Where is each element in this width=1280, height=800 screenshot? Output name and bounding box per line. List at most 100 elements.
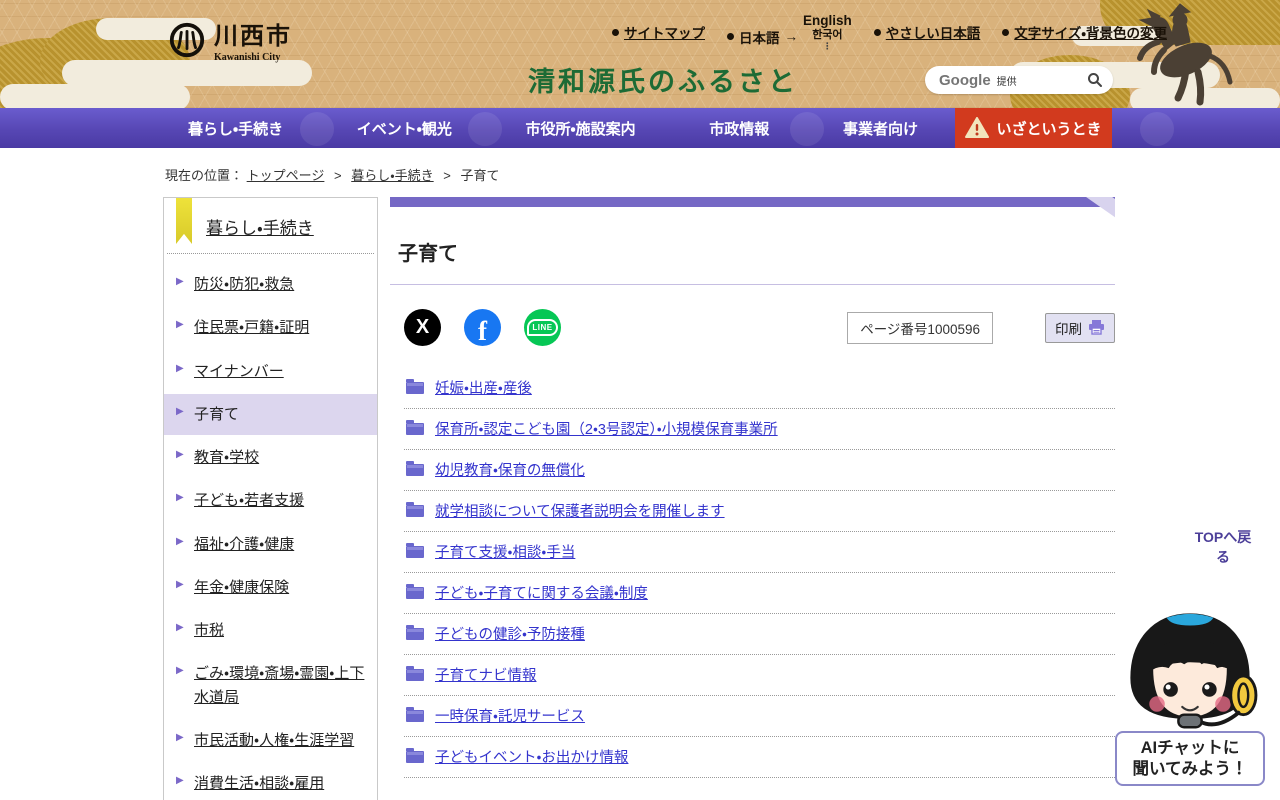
language-option-korean[interactable]: 한국어: [812, 29, 842, 42]
easy-japanese-link[interactable]: やさしい日本語: [886, 22, 981, 42]
triangle-bullet-icon: ▶: [176, 490, 184, 506]
sidebar-item-label[interactable]: 市税: [194, 622, 224, 639]
google-logo: Google: [939, 72, 991, 89]
print-label: 印刷: [1055, 318, 1082, 338]
language-option-english[interactable]: English: [803, 13, 852, 29]
sidebar-item[interactable]: ▶ 子ども・若者支援: [164, 480, 377, 521]
sidebar-item[interactable]: ▶ マイナンバー: [164, 351, 377, 392]
sidebar-item-label[interactable]: 年金・健康保険: [194, 579, 289, 596]
search-icon[interactable]: [1087, 72, 1103, 88]
cream-cloud-decoration: [62, 60, 312, 86]
sidebar-item-label[interactable]: 消費生活・相談・雇用: [194, 775, 324, 792]
category-link[interactable]: 子どもの健診・予防接種: [435, 623, 585, 644]
back-to-top-label: TOPへ戻る: [1188, 527, 1258, 567]
category-link-row: 子育て支援・相談・手当: [404, 532, 1115, 573]
sidebar-item-label[interactable]: ごみ・環境・斎場・霊園・上下水道局: [194, 665, 364, 705]
search-provider-suffix: 提供: [997, 73, 1087, 88]
sidebar-item[interactable]: ▶ 年金・健康保険: [164, 567, 377, 608]
nav-item[interactable]: イベント・観光: [357, 118, 452, 139]
category-link-row: 子育てナビ情報: [404, 655, 1115, 696]
more-languages-icon[interactable]: ⋮: [823, 41, 832, 51]
title-divider: [390, 284, 1115, 285]
sidebar-item[interactable]: ▶ ごみ・環境・斎場・霊園・上下水道局: [164, 653, 377, 718]
category-link-row: 子どもの健診・予防接種: [404, 614, 1115, 655]
utility-item-font-settings[interactable]: 文字サイズ・背景色の変更: [1002, 22, 1167, 42]
sidebar-item-label[interactable]: 子ども・若者支援: [194, 492, 304, 509]
sidebar-item[interactable]: ▶ 市民活動・人権・生涯学習: [164, 720, 377, 761]
sidebar-item[interactable]: ▶ 教育・学校: [164, 437, 377, 478]
nav-item[interactable]: 市政情報: [709, 118, 769, 139]
sidebar-item-label[interactable]: 市民活動・人権・生涯学習: [194, 732, 354, 749]
sidebar-header: 暮らし・手続き: [164, 198, 377, 253]
utility-item-sitemap[interactable]: サイトマップ: [612, 22, 705, 42]
category-link[interactable]: 保育所・認定こども園（2・3号認定）・小規模保育事業所: [435, 418, 778, 439]
sidebar-item-label[interactable]: マイナンバー: [194, 363, 284, 380]
triangle-bullet-icon: ▶: [176, 663, 184, 679]
breadcrumb-separator: >: [334, 168, 342, 183]
nav-item[interactable]: 事業者向け: [843, 118, 918, 139]
city-logo[interactable]: 川西市 Kawanishi City: [168, 16, 292, 63]
folder-icon: [406, 505, 424, 517]
category-link[interactable]: 妊娠・出産・産後: [435, 377, 532, 398]
category-link-list: 妊娠・出産・産後 保育所・認定こども園（2・3号認定）・小規模保育事業所 幼児教…: [404, 368, 1115, 778]
folder-icon: [406, 628, 424, 640]
bullet-icon: [1002, 29, 1009, 36]
sidebar-item[interactable]: ▶ 住民票・戸籍・証明: [164, 307, 377, 348]
breadcrumb-section[interactable]: 暮らし・手続き: [351, 168, 433, 183]
sidebar-item[interactable]: ▶ 福祉・介護・健康: [164, 524, 377, 565]
sidebar-item-label[interactable]: 防災・防犯・救急: [194, 276, 294, 293]
ai-chat-widget[interactable]: AIチャットに 聞いてみよう！: [1114, 608, 1266, 786]
category-link[interactable]: 就学相談について保護者説明会を開催します: [435, 500, 725, 521]
breadcrumb-home[interactable]: トップページ: [247, 168, 325, 183]
city-name: 川西市: [214, 16, 292, 51]
folder-icon: [406, 546, 424, 558]
category-link[interactable]: 子育て支援・相談・手当: [435, 541, 575, 562]
facebook-icon[interactable]: f: [464, 309, 501, 346]
nav-emblem-decoration: [1140, 112, 1174, 146]
utility-item-easy-japanese[interactable]: やさしい日本語: [874, 22, 981, 42]
category-link[interactable]: 子ども・子育てに関する会議・制度: [435, 582, 648, 603]
sidebar-item-label[interactable]: 教育・学校: [194, 449, 259, 466]
category-link[interactable]: 幼児教育・保育の無償化: [435, 459, 585, 480]
sidebar-item[interactable]: ▶ 消費生活・相談・雇用: [164, 763, 377, 800]
sidebar-item[interactable]: ▶ 子育て: [164, 394, 377, 435]
sidebar-item[interactable]: ▶ 防災・防犯・救急: [164, 264, 377, 305]
folder-icon: [406, 751, 424, 763]
sidebar-menu: ▶ 防災・防犯・救急 ▶ 住民票・戸籍・証明 ▶ マイナンバー ▶ 子育て ▶ …: [164, 254, 377, 800]
sidebar-item-label[interactable]: 住民票・戸籍・証明: [194, 319, 309, 336]
folder-icon: [406, 464, 424, 476]
back-to-top-button[interactable]: TOPへ戻る: [1188, 527, 1258, 567]
sidebar-item-label[interactable]: 子育て: [194, 406, 239, 423]
category-link[interactable]: 子育てナビ情報: [435, 664, 537, 685]
breadcrumb-current: 子育て: [461, 168, 500, 183]
language-selector[interactable]: 日本語 → English 한국어 ⋮: [727, 22, 852, 52]
sidebar-item[interactable]: ▶ 市税: [164, 610, 377, 651]
category-link[interactable]: 一時保育・託児サービス: [435, 705, 585, 726]
print-button[interactable]: 印刷: [1045, 313, 1115, 343]
nav-item[interactable]: 市役所・施設案内: [526, 118, 636, 139]
cream-cloud-decoration: [0, 84, 190, 108]
triangle-bullet-icon: ▶: [176, 361, 184, 377]
category-link-row: 保育所・認定こども園（2・3号認定）・小規模保育事業所: [404, 409, 1115, 450]
sitemap-link[interactable]: サイトマップ: [624, 22, 705, 42]
nav-items: 暮らし・手続き イベント・観光 市役所・施設案内 市政情報 事業者向け: [188, 108, 918, 148]
triangle-bullet-icon: ▶: [176, 773, 184, 789]
sidebar-title-link[interactable]: 暮らし・手続き: [206, 219, 314, 238]
nav-item[interactable]: 暮らし・手続き: [188, 118, 283, 139]
category-link[interactable]: 子どもイベント・お出かけ情報: [435, 746, 628, 767]
title-accent-bar: [390, 197, 1115, 207]
ai-chat-label[interactable]: AIチャットに 聞いてみよう！: [1115, 731, 1265, 786]
folder-icon: [406, 382, 424, 394]
x-twitter-icon[interactable]: X: [404, 309, 441, 346]
bookmark-ribbon-icon: [176, 198, 192, 244]
category-link-row: 一時保育・託児サービス: [404, 696, 1115, 737]
search-box[interactable]: Google 提供: [925, 66, 1113, 94]
language-options[interactable]: English 한국어 ⋮: [803, 13, 852, 52]
emergency-button[interactable]: いざというとき: [955, 108, 1112, 148]
font-settings-link[interactable]: 文字サイズ・背景色の変更: [1014, 22, 1167, 42]
language-current[interactable]: 日本語: [739, 27, 780, 47]
line-icon[interactable]: LINE: [524, 309, 561, 346]
bullet-icon: [874, 29, 881, 36]
warning-icon: [965, 117, 989, 139]
sidebar-item-label[interactable]: 福祉・介護・健康: [194, 536, 294, 553]
